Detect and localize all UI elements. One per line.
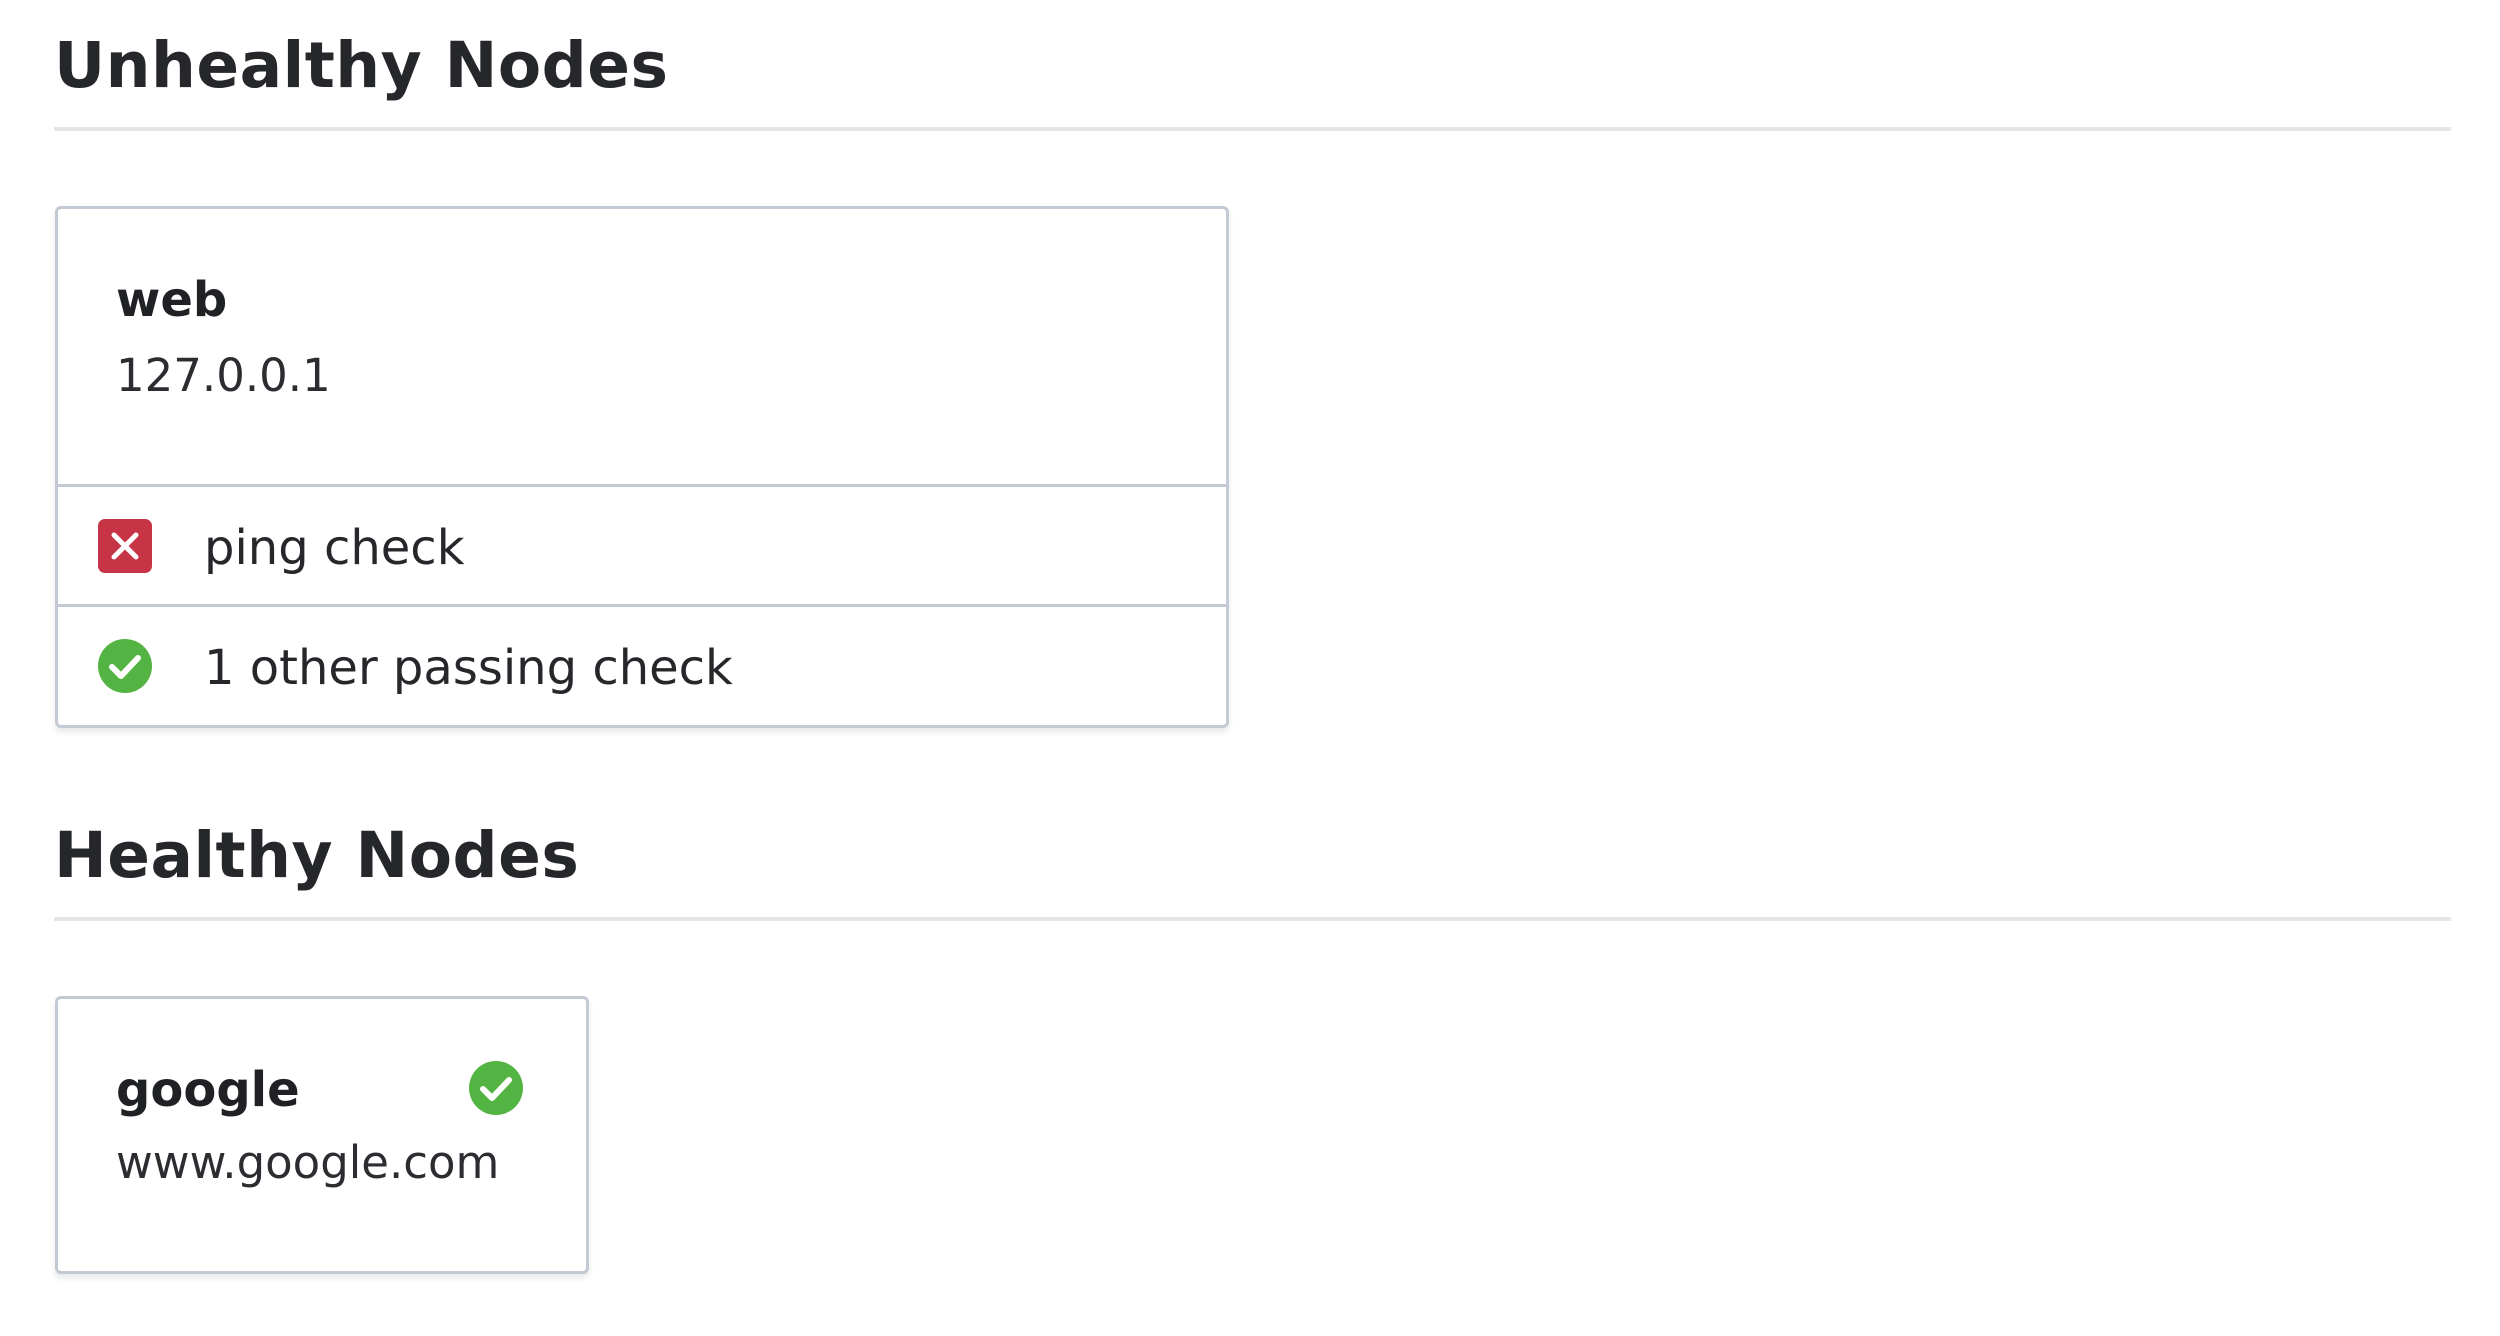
check-circle-icon — [469, 1061, 523, 1115]
check-circle-icon — [98, 639, 152, 693]
check-row-passing[interactable]: 1 other passing check — [58, 604, 1226, 722]
node-card-header[interactable]: google www.google.com — [58, 999, 586, 1271]
unhealthy-nodes-title: Unhealthy Nodes — [54, 29, 669, 102]
node-address: 127.0.0.1 — [116, 349, 331, 402]
x-square-icon — [98, 519, 152, 573]
check-label: ping check — [204, 520, 465, 576]
unhealthy-nodes-divider — [54, 127, 2451, 131]
node-card-web[interactable]: web 127.0.0.1 ping check 1 other passing… — [55, 206, 1229, 728]
node-address: www.google.com — [116, 1136, 500, 1189]
node-name: google — [116, 1062, 300, 1118]
check-label: 1 other passing check — [204, 640, 733, 696]
healthy-nodes-title: Healthy Nodes — [54, 819, 580, 892]
node-name: web — [116, 272, 228, 328]
node-card-header[interactable]: web 127.0.0.1 — [58, 209, 1226, 484]
node-card-google[interactable]: google www.google.com — [55, 996, 589, 1274]
check-row-critical[interactable]: ping check — [58, 484, 1226, 604]
healthy-nodes-divider — [54, 917, 2451, 921]
